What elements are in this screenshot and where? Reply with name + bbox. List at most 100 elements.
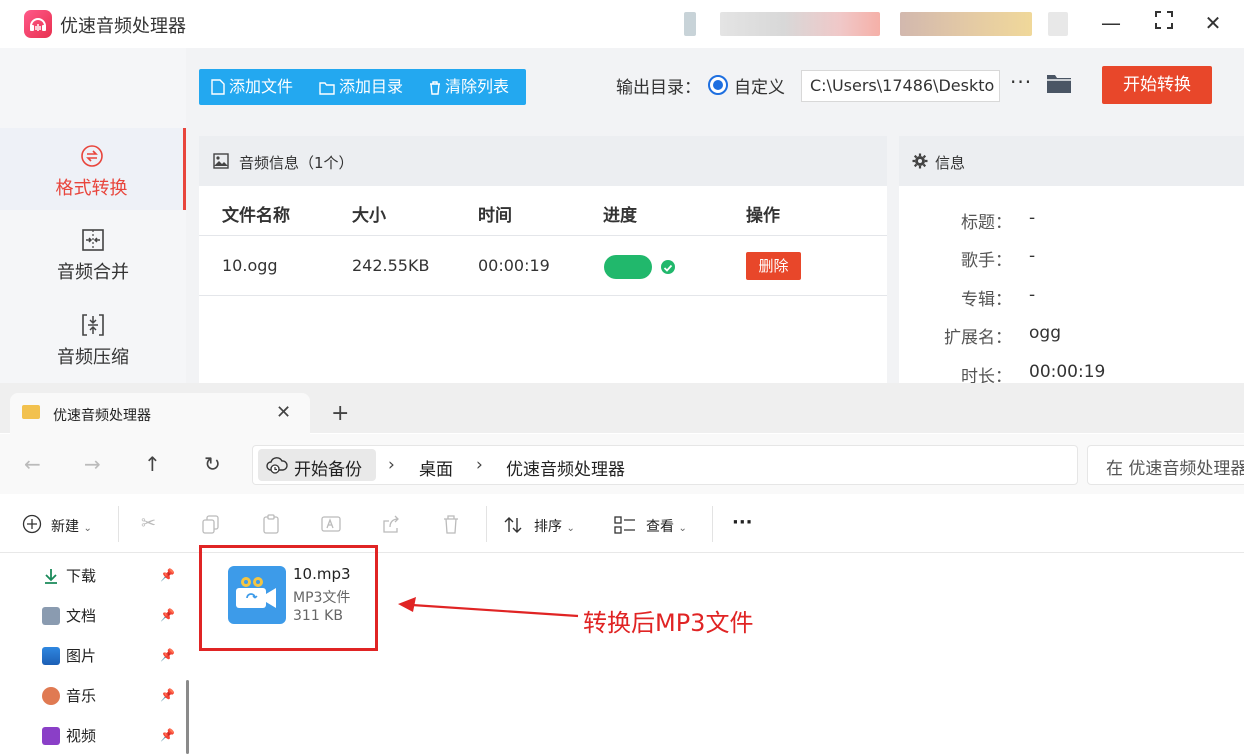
highlight-box (199, 545, 378, 651)
info-title: 信息 (935, 154, 966, 172)
nav-item-downloads[interactable]: 下载 (42, 565, 96, 585)
chevron-right-icon: › (388, 455, 395, 475)
folder-icon (319, 82, 335, 95)
sidebar-item-audio-compress[interactable]: 音频压缩 (0, 307, 186, 389)
forward-button[interactable]: → (84, 452, 101, 476)
sort-button[interactable]: 排序 ⌄ (534, 516, 575, 536)
sort-icon (504, 517, 522, 533)
pin-icon: 📌 (160, 648, 175, 662)
nav-item-documents[interactable]: 文档 (42, 605, 96, 625)
info-value-artist: - (1029, 246, 1036, 266)
file-icon (211, 79, 225, 95)
folder-icon (22, 405, 40, 419)
annotation-text: 转换后MP3文件 (583, 609, 754, 637)
file-list-header: 音频信息（1个） (199, 136, 887, 186)
music-icon (42, 687, 60, 705)
copy-icon[interactable] (200, 513, 222, 535)
progress-bar (604, 255, 652, 279)
blurred-region (900, 12, 1032, 36)
divider (486, 506, 487, 542)
info-value-album: - (1029, 285, 1036, 305)
minimize-button[interactable]: — (1096, 10, 1126, 36)
breadcrumb-folder[interactable]: 优速音频处理器 (506, 455, 625, 480)
nav-item-label: 文档 (66, 607, 97, 625)
output-path-input[interactable]: C:\Users\17486\Deskto (801, 70, 1000, 102)
maximize-button[interactable] (1149, 10, 1179, 36)
merge-icon (82, 229, 104, 251)
sidebar-item-label: 音频合并 (57, 262, 129, 283)
file-time-cell: 00:00:19 (478, 256, 550, 275)
nav-item-label: 视频 (66, 727, 97, 745)
share-icon[interactable] (380, 513, 402, 535)
new-tab-button[interactable]: + (331, 401, 349, 426)
clear-list-button[interactable]: 清除列表 (429, 69, 509, 105)
divider (199, 295, 887, 296)
breadcrumb-backup[interactable]: 开始备份 (294, 455, 362, 480)
folder-icon (1047, 75, 1071, 93)
file-size-cell: 242.55KB (352, 256, 430, 275)
add-file-button[interactable]: 添加文件 (211, 69, 293, 105)
close-button[interactable]: ✕ (1198, 10, 1228, 36)
info-key-extension: 扩展名： (944, 328, 1012, 348)
view-label: 查看 (646, 519, 674, 535)
back-button[interactable]: ← (24, 452, 41, 476)
maximize-icon (1155, 11, 1173, 29)
custom-radio-label[interactable]: 自定义 (734, 73, 785, 98)
refresh-button[interactable]: ↻ (204, 452, 221, 476)
custom-radio[interactable] (708, 75, 728, 95)
close-tab-button[interactable]: ✕ (276, 402, 291, 423)
video-icon (42, 727, 60, 745)
column-header-name: 文件名称 (222, 206, 290, 226)
file-toolbar: 添加文件 添加目录 清除列表 (199, 69, 526, 105)
info-header: 信息 (899, 136, 1244, 186)
info-value-extension: ogg (1029, 323, 1061, 343)
cloud-backup-icon (266, 457, 288, 474)
picture-icon (42, 647, 60, 665)
new-button[interactable]: 新建 ⌄ (51, 516, 92, 536)
info-key-title: 标题： (961, 213, 1012, 233)
info-value-title: - (1029, 208, 1036, 228)
cut-button[interactable]: ✂ (141, 513, 156, 534)
divider (118, 506, 119, 542)
search-input[interactable]: 在 优速音频处理器 (1087, 445, 1244, 485)
image-icon (213, 153, 229, 169)
info-key-album: 专辑： (961, 290, 1012, 310)
sidebar-item-audio-merge[interactable]: 音频合并 (0, 222, 186, 304)
sidebar-item-label: 格式转换 (55, 178, 128, 199)
view-button[interactable]: 查看 ⌄ (646, 516, 687, 536)
plus-circle-icon (22, 514, 42, 534)
add-directory-button[interactable]: 添加目录 (319, 69, 403, 105)
info-key-artist: 歌手： (961, 251, 1012, 271)
nav-item-music[interactable]: 音乐 (42, 685, 96, 705)
delete-icon[interactable] (440, 513, 462, 535)
delete-button[interactable]: 删除 (746, 252, 801, 280)
add-directory-label: 添加目录 (339, 77, 404, 96)
nav-item-pictures[interactable]: 图片 (42, 645, 96, 665)
open-folder-button[interactable] (1046, 72, 1072, 98)
sidebar-item-format-convert[interactable]: 格式转换 (0, 128, 186, 210)
explorer-tab-title: 优速音频处理器 (53, 408, 151, 424)
convert-icon (80, 145, 103, 167)
nav-item-videos[interactable]: 视频 (42, 725, 96, 745)
annotation-arrow-icon (398, 597, 579, 618)
up-button[interactable]: ↑ (144, 452, 161, 476)
compress-icon (82, 314, 104, 336)
column-header-progress: 进度 (603, 206, 637, 226)
app-title: 优速音频处理器 (60, 16, 186, 37)
blurred-region (1048, 12, 1068, 36)
column-header-size: 大小 (352, 206, 386, 226)
info-value-duration: 00:00:19 (1029, 362, 1106, 382)
start-convert-button[interactable]: 开始转换 (1102, 66, 1212, 104)
more-commands-button[interactable]: ··· (732, 512, 753, 533)
nav-scrollbar[interactable] (186, 680, 189, 754)
more-options-button[interactable]: ··· (1010, 70, 1032, 94)
rename-icon[interactable] (320, 513, 342, 535)
download-icon (45, 569, 57, 584)
nav-item-label: 图片 (66, 647, 97, 665)
breadcrumb-desktop[interactable]: 桌面 (419, 455, 453, 480)
new-label: 新建 (51, 519, 79, 535)
file-list-title: 音频信息（1个） (239, 154, 354, 172)
divider (712, 506, 713, 542)
paste-icon[interactable] (260, 513, 282, 535)
column-header-action: 操作 (746, 206, 780, 226)
